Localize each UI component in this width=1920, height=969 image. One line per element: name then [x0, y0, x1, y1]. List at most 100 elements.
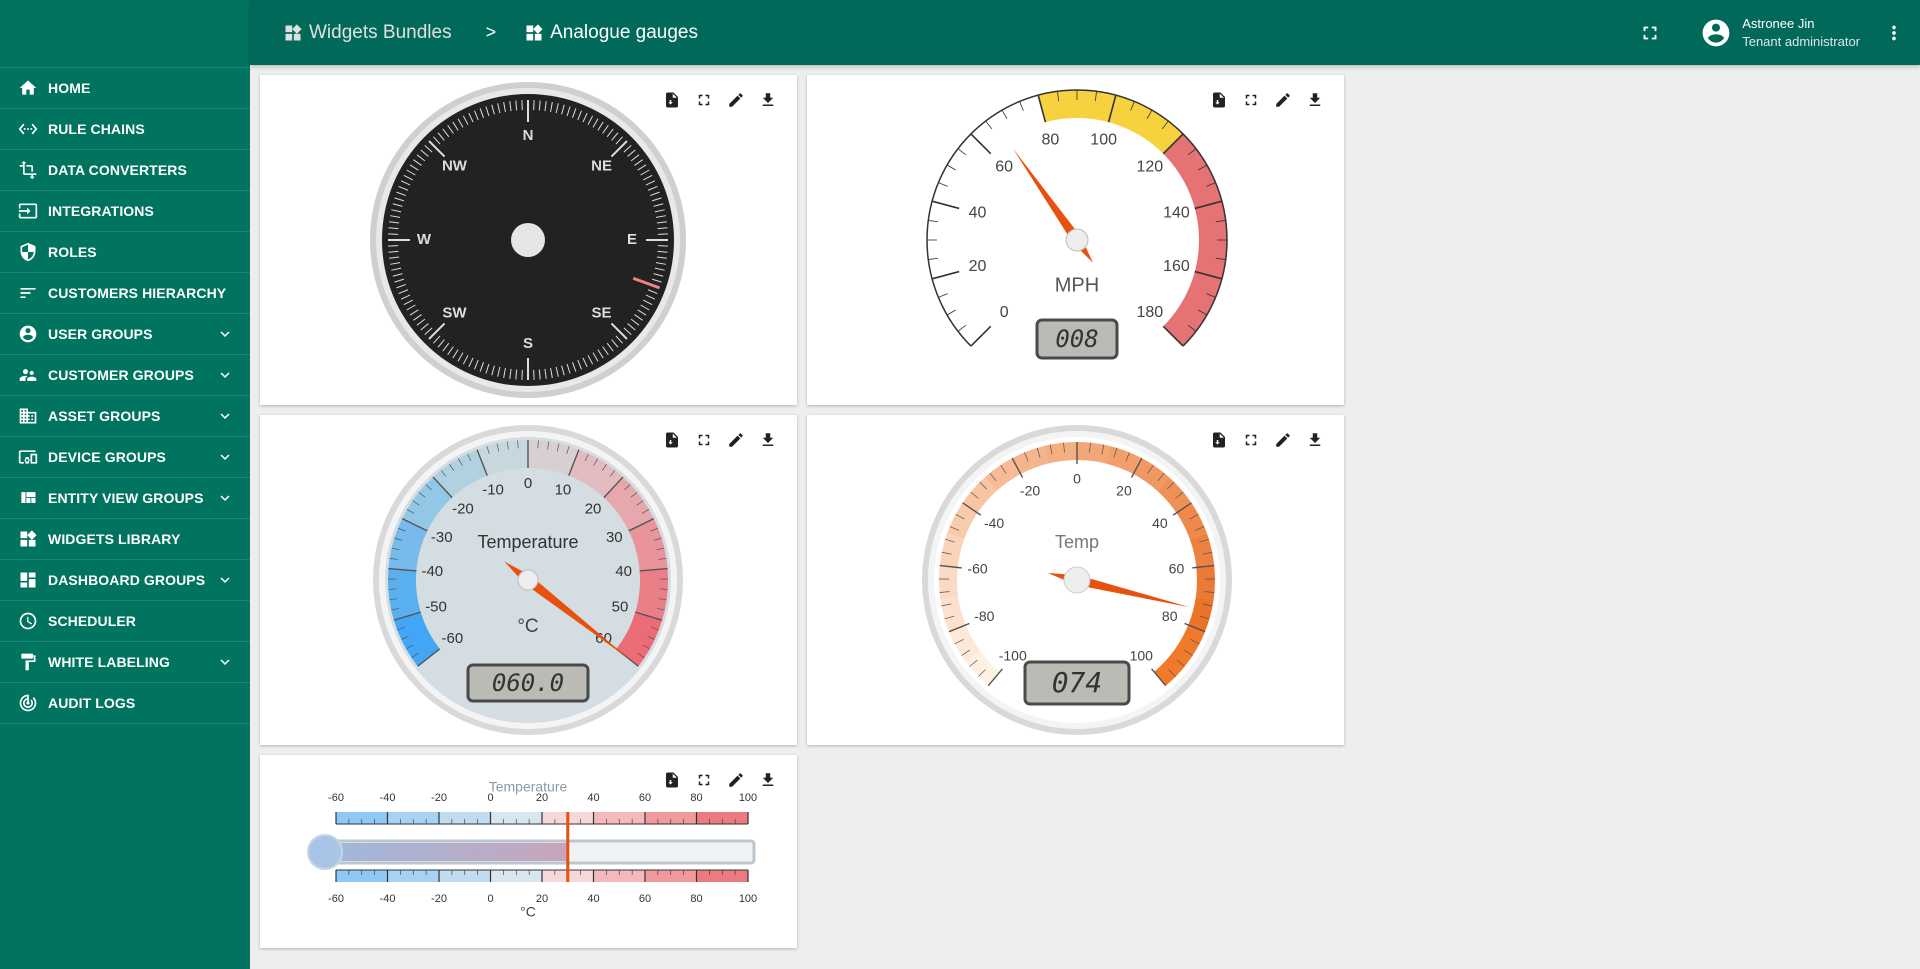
sidebar-item-white-labeling[interactable]: WHITE LABELING: [0, 642, 250, 683]
expand-toggle[interactable]: [214, 364, 236, 386]
thermo-tick-label: 80: [690, 792, 702, 804]
temperature-gauge-widget: -60-50-40-30-20-100102030405060Temperatu…: [260, 415, 797, 745]
thermo-tick-label: -60: [328, 893, 344, 905]
breadcrumb-label: Analogue gauges: [550, 21, 699, 43]
sidebar-item-data-converters[interactable]: DATA CONVERTERS: [0, 150, 250, 191]
sidebar-item-label: CUSTOMERS HIERARCHY: [48, 285, 227, 301]
widget-edit-button[interactable]: [725, 89, 747, 111]
lcd-value: 074: [1052, 666, 1103, 699]
widget-download-button[interactable]: [1304, 89, 1326, 111]
widget-edit-button[interactable]: [1272, 89, 1294, 111]
temp-tick-label: -40: [421, 563, 443, 580]
devices-other-icon-wrap: [16, 445, 40, 469]
chevron-down-icon: [220, 372, 230, 378]
expand-toggle[interactable]: [214, 651, 236, 673]
sort-icon: [20, 288, 36, 298]
thermo-tick-label: 0: [487, 792, 493, 804]
sidebar-item-roles[interactable]: ROLES: [0, 232, 250, 273]
top-header: Widgets Bundles > Analogue gauges Astron…: [250, 0, 1920, 65]
widget-fullscreen-button[interactable]: [1240, 89, 1262, 111]
sidebar-item-widgets-library[interactable]: WIDGETS LIBRARY: [0, 519, 250, 560]
widget-export-button[interactable]: [661, 769, 683, 791]
sidebar-item-audit-logs[interactable]: AUDIT LOGS: [0, 683, 250, 724]
widget-download-button[interactable]: [757, 89, 779, 111]
sidebar-item-integrations[interactable]: INTEGRATIONS: [0, 191, 250, 232]
temp-tick-label: -60: [442, 630, 464, 647]
sidebar-item-label: RULE CHAINS: [48, 121, 145, 137]
widget-toolbar: [661, 769, 779, 791]
speed-tick-label: 40: [969, 205, 987, 222]
widget-download-button[interactable]: [757, 769, 779, 791]
sidebar-item-home[interactable]: HOME: [0, 68, 250, 109]
widget-fullscreen-button[interactable]: [693, 89, 715, 111]
edit-icon: [729, 93, 743, 107]
sidebar-item-device-groups[interactable]: DEVICE GROUPS: [0, 437, 250, 478]
thermo-tick-label: -20: [431, 893, 447, 905]
gauge-canvas: 0 20 40 60 80 100 120 140 160 180 MPH 008: [926, 89, 1228, 360]
sidebar-item-rule-chains[interactable]: RULE CHAINS: [0, 109, 250, 150]
temp2-tick-label: 20: [1116, 482, 1132, 498]
temp2-tick-label: -40: [984, 515, 1004, 531]
download-icon: [762, 773, 774, 786]
sidebar-item-scheduler[interactable]: SCHEDULER: [0, 601, 250, 642]
sidebar-item-customers-hierarchy[interactable]: CUSTOMERS HIERARCHY: [0, 273, 250, 314]
widget-fullscreen-button[interactable]: [1240, 429, 1262, 451]
export-file-icon: [1213, 432, 1225, 448]
sidebar-item-label: INTEGRATIONS: [48, 203, 154, 219]
expand-toggle[interactable]: [214, 569, 236, 591]
sort-icon-wrap: [16, 281, 40, 305]
sidebar-item-customer-groups[interactable]: CUSTOMER GROUPS: [0, 355, 250, 396]
export-file-icon: [666, 772, 678, 788]
sidebar-item-asset-groups[interactable]: ASSET GROUPS: [0, 396, 250, 437]
dashboard-icon-wrap: [16, 568, 40, 592]
supervisor-account-icon-wrap: [16, 363, 40, 387]
speed-tick-label: 100: [1090, 132, 1117, 149]
breadcrumb-widgets-bundles[interactable]: Widgets Bundles: [283, 22, 452, 44]
widget-toolbar: [1208, 429, 1326, 451]
widget-download-button[interactable]: [1304, 429, 1326, 451]
expand-toggle[interactable]: [214, 487, 236, 509]
widget-download-button[interactable]: [757, 429, 779, 451]
expand-toggle[interactable]: [214, 405, 236, 427]
widget-edit-button[interactable]: [725, 769, 747, 791]
sidebar-item-entity-view-groups[interactable]: ENTITY VIEW GROUPS: [0, 478, 250, 519]
thermo-tick-label: 100: [739, 893, 757, 905]
widget-export-button[interactable]: [661, 89, 683, 111]
more-menu-button[interactable]: [1876, 15, 1912, 51]
temp-tick-label: -50: [425, 599, 447, 616]
temp2-tick-label: 80: [1162, 608, 1178, 624]
widget-edit-button[interactable]: [725, 429, 747, 451]
widget-fullscreen-button[interactable]: [693, 769, 715, 791]
fullscreen-icon: [698, 94, 710, 106]
sidebar-item-label: USER GROUPS: [48, 326, 153, 342]
widget-export-button[interactable]: [1208, 429, 1230, 451]
user-info[interactable]: Astronee Jin Tenant administrator: [1742, 15, 1860, 51]
widget-edit-button[interactable]: [1272, 429, 1294, 451]
sidebar-item-label: WHITE LABELING: [48, 654, 170, 670]
sidebar-item-dashboard-groups[interactable]: DASHBOARD GROUPS: [0, 560, 250, 601]
speed-tick-label: 120: [1136, 158, 1163, 175]
avatar[interactable]: [1700, 17, 1732, 49]
lcd-value: 060.0: [492, 669, 564, 697]
temp-title: Temperature: [477, 532, 578, 552]
temp-color-band: [635, 568, 668, 621]
widget-fullscreen-button[interactable]: [693, 429, 715, 451]
download-icon: [1309, 93, 1321, 106]
widget-export-button[interactable]: [1208, 89, 1230, 111]
sidebar-item-user-groups[interactable]: USER GROUPS: [0, 314, 250, 355]
widget-toolbar: [1208, 89, 1326, 111]
linear-thermometer-widget: Temperature °C -60 -40 -20 0 20 40 60 80 100 -60 -40…: [260, 755, 797, 948]
security-shield-icon: [20, 242, 36, 262]
speed-tick-label: 180: [1136, 304, 1163, 321]
fullscreen-button[interactable]: [1632, 15, 1668, 51]
sidebar-item-label: DEVICE GROUPS: [48, 449, 166, 465]
expand-toggle[interactable]: [214, 323, 236, 345]
expand-toggle[interactable]: [214, 446, 236, 468]
export-file-icon: [666, 432, 678, 448]
widget-export-button[interactable]: [661, 429, 683, 451]
format-paint-icon: [21, 653, 36, 671]
temp2-color-band: [939, 565, 959, 600]
input-icon: [18, 203, 38, 219]
temp2-tick-label: 100: [1130, 647, 1154, 663]
speed-unit: MPH: [1055, 274, 1099, 296]
